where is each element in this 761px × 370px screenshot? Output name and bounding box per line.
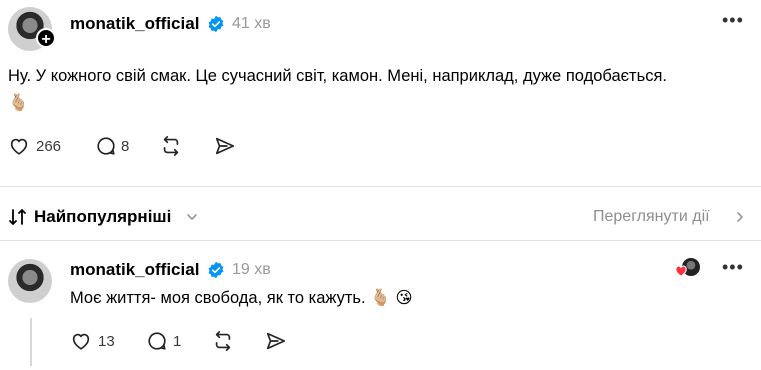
sort-label[interactable]: Найпопулярніші (34, 207, 171, 227)
review-activity-link[interactable]: Переглянути дії (593, 208, 710, 226)
send-icon[interactable] (214, 135, 236, 157)
reply-body: Моє життя- моя свобода, як то кажуть. (70, 289, 366, 307)
reply-like-count: 13 (98, 333, 115, 350)
post-like-count: 266 (36, 138, 62, 155)
sort-arrows-icon[interactable] (8, 207, 28, 227)
comment-icon[interactable] (95, 135, 117, 157)
heart-icon[interactable] (8, 135, 30, 157)
post-body: Ну. У кожного свій смак. Це сучасний сві… (8, 67, 667, 85)
reply-emoji: 🫰🏼 😘 (370, 289, 413, 307)
comment-icon[interactable] (146, 330, 168, 352)
post-reply-count: 8 (121, 138, 130, 155)
reply-text: Моє життя- моя свобода, як то кажуть. 🫰🏼… (70, 285, 670, 312)
verified-badge-icon (207, 261, 225, 279)
send-icon[interactable] (265, 330, 287, 352)
reply-reply-count: 1 (173, 333, 182, 350)
chevron-down-icon[interactable] (185, 210, 199, 224)
post-more-icon[interactable]: ••• (722, 10, 744, 31)
post-text: Ну. У кожного свій смак. Це сучасний сві… (8, 63, 668, 117)
repost-icon[interactable] (160, 135, 182, 157)
reply-username[interactable]: monatik_official (70, 260, 199, 280)
chevron-right-icon[interactable] (733, 210, 747, 224)
post-time: 41 хв (232, 15, 271, 32)
verified-badge-icon (207, 15, 225, 33)
reply-time: 19 хв (232, 261, 271, 278)
thread-line (30, 318, 32, 366)
follow-plus-icon[interactable]: + (36, 28, 56, 48)
reply-avatar[interactable] (8, 259, 52, 303)
post-username[interactable]: monatik_official (70, 14, 199, 34)
section-divider (0, 186, 761, 187)
heart-icon[interactable] (70, 330, 92, 352)
sort-divider (0, 240, 761, 241)
repost-icon[interactable] (212, 330, 234, 352)
mini-heart-icon (675, 265, 687, 277)
reply-more-icon[interactable]: ••• (722, 257, 744, 278)
post-emoji: 🫰🏼 (8, 94, 29, 112)
liked-by-author-icon (674, 258, 700, 280)
